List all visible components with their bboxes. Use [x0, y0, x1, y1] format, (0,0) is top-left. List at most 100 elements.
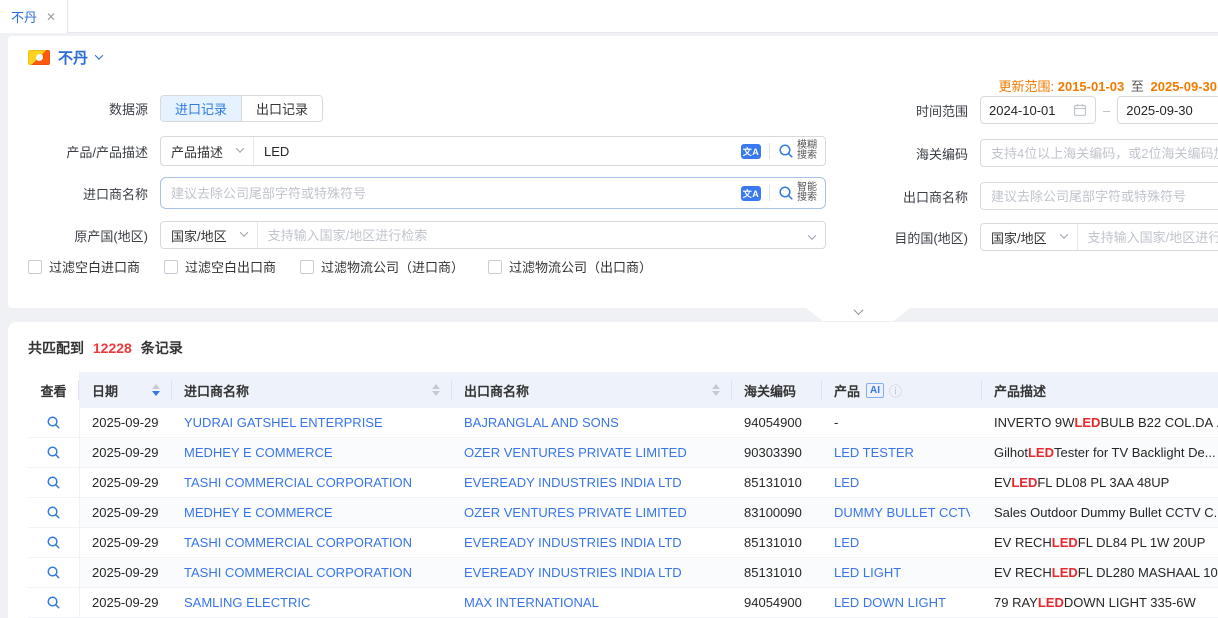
destination-country-input[interactable] [1078, 230, 1218, 245]
hs-code-input[interactable] [980, 139, 1218, 167]
product-link[interactable]: LED [834, 535, 859, 550]
chevron-down-icon [239, 228, 247, 236]
exporter-link[interactable]: EVEREADY INDUSTRIES INDIA LTD [464, 475, 682, 490]
checkbox[interactable] [28, 260, 42, 274]
smart-search-button[interactable]: 智能 搜索 [778, 183, 817, 203]
update-range-label: 更新范围: [998, 79, 1054, 94]
checkbox[interactable] [300, 260, 314, 274]
origin-country-select[interactable]: 国家/地区 [161, 222, 258, 248]
origin-country-caret[interactable] [799, 228, 825, 243]
fuzzy-search-button[interactable]: 模糊 搜索 [778, 141, 817, 161]
start-date-input[interactable] [989, 103, 1073, 118]
sort-asc-icon[interactable] [432, 384, 440, 389]
product-link[interactable]: DUMMY BULLET CCTV... [834, 505, 970, 520]
sort-control-date[interactable] [152, 384, 160, 396]
exporter-link[interactable]: MAX INTERNATIONAL [464, 595, 599, 610]
exporter-link[interactable]: OZER VENTURES PRIVATE LIMITED [464, 445, 687, 460]
importer-link[interactable]: TASHI COMMERCIAL CORPORATION [184, 535, 412, 550]
sort-desc-icon[interactable] [152, 391, 160, 396]
importer-link[interactable]: MEDHEY E COMMERCE [184, 445, 333, 460]
table-row: 2025-09-29MEDHEY E COMMERCEOZER VENTURES… [28, 438, 1218, 468]
exporter-link[interactable]: EVEREADY INDUSTRIES INDIA LTD [464, 535, 682, 550]
importer-link[interactable]: MEDHEY E COMMERCE [184, 505, 333, 520]
exporter-link[interactable]: OZER VENTURES PRIVATE LIMITED [464, 505, 687, 520]
importer-name-input[interactable] [161, 186, 733, 201]
product-link[interactable]: LED DOWN LIGHT [834, 595, 946, 610]
view-record-icon[interactable] [46, 565, 61, 580]
product-input-icons: 文A 模糊 搜索 [733, 141, 825, 161]
checkbox[interactable] [488, 260, 502, 274]
tab-export-records[interactable]: 出口记录 [241, 96, 322, 121]
description-text: FL DL280 MASHAAL 10... [1078, 565, 1218, 580]
product-link[interactable]: LED [834, 475, 859, 490]
start-date-picker[interactable] [980, 96, 1096, 124]
importer-link[interactable]: YUDRAI GATSHEL ENTERPRISE [184, 415, 383, 430]
product-cell: LED [822, 528, 982, 557]
view-record-icon[interactable] [46, 505, 61, 520]
column-header-date[interactable]: 日期 [80, 372, 172, 408]
info-icon[interactable]: ⓘ [889, 381, 902, 400]
tab-bhutan[interactable]: 不丹 ✕ [0, 0, 68, 33]
data-source-label: 数据源 [28, 99, 148, 118]
sort-desc-icon[interactable] [712, 391, 720, 396]
checkbox-filter-logistics-exporter[interactable]: 过滤物流公司（出口商） [488, 257, 652, 276]
end-date-picker[interactable] [1117, 96, 1218, 124]
end-date-input[interactable] [1126, 103, 1210, 118]
view-record-icon[interactable] [46, 415, 61, 430]
product-link[interactable]: LED TESTER [834, 445, 914, 460]
translate-icon[interactable]: 文A [741, 144, 761, 159]
sort-asc-icon[interactable] [152, 384, 160, 389]
tab-import-records[interactable]: 进口记录 [161, 96, 241, 121]
checkbox-filter-logistics-importer[interactable]: 过滤物流公司（进口商） [300, 257, 464, 276]
view-cell[interactable] [28, 588, 80, 617]
sort-control-exporter[interactable] [712, 384, 720, 396]
tab-close-icon[interactable]: ✕ [46, 10, 56, 24]
view-record-icon[interactable] [46, 595, 61, 610]
view-cell[interactable] [28, 468, 80, 497]
update-range: 更新范围: 2015-01-03 至 2025-09-30 [998, 76, 1217, 95]
product-cell: LED DOWN LIGHT [822, 588, 982, 617]
sort-asc-icon[interactable] [712, 384, 720, 389]
view-cell[interactable] [28, 528, 80, 557]
checkbox-filter-blank-importer[interactable]: 过滤空白进口商 [28, 257, 140, 276]
view-cell[interactable] [28, 498, 80, 527]
destination-country-select[interactable]: 国家/地区 [981, 224, 1078, 250]
exporter-name-input[interactable] [980, 182, 1218, 210]
description-highlight: LED [1028, 445, 1054, 460]
importer-link[interactable]: TASHI COMMERCIAL CORPORATION [184, 565, 412, 580]
product-search-input[interactable] [254, 144, 733, 159]
update-range-to: 至 [1131, 79, 1144, 94]
collapse-panel-button[interactable] [806, 308, 910, 321]
description-text: EV [994, 475, 1011, 490]
hs-code-cell: 83100090 [732, 498, 822, 527]
view-record-icon[interactable] [46, 535, 61, 550]
country-selector[interactable]: 不丹 [28, 47, 102, 68]
view-cell[interactable] [28, 408, 80, 437]
checkbox-filter-blank-exporter[interactable]: 过滤空白出口商 [164, 257, 276, 276]
importer-link[interactable]: SAMLING ELECTRIC [184, 595, 310, 610]
calendar-icon [1073, 103, 1087, 117]
sort-desc-icon[interactable] [432, 391, 440, 396]
date-cell: 2025-09-29 [80, 528, 172, 557]
column-header-hs-code: 海关编码 [732, 372, 822, 408]
view-cell[interactable] [28, 438, 80, 467]
column-header-importer[interactable]: 进口商名称 [172, 372, 452, 408]
view-cell[interactable] [28, 558, 80, 587]
exporter-cell: EVEREADY INDUSTRIES INDIA LTD [452, 528, 732, 557]
exporter-link[interactable]: BAJRANGLAL AND SONS [464, 415, 619, 430]
checkbox[interactable] [164, 260, 178, 274]
origin-country-input[interactable] [258, 228, 799, 243]
view-record-icon[interactable] [46, 475, 61, 490]
exporter-link[interactable]: EVEREADY INDUSTRIES INDIA LTD [464, 565, 682, 580]
country-name: 不丹 [58, 47, 88, 68]
table-body: 2025-09-29 YUDRAI GATSHEL ENTERPRISE BAJRA… [28, 408, 1218, 618]
view-record-icon[interactable] [46, 445, 61, 460]
translate-icon[interactable]: 文A [741, 186, 761, 201]
product-link[interactable]: LED LIGHT [834, 565, 901, 580]
sort-control-importer[interactable] [432, 384, 440, 396]
importer-link[interactable]: TASHI COMMERCIAL CORPORATION [184, 475, 412, 490]
date-range-dash: – [1103, 103, 1110, 118]
summary-prefix: 共匹配到 [28, 340, 84, 356]
product-type-select[interactable]: 产品描述 [161, 137, 254, 165]
column-header-exporter[interactable]: 出口商名称 [452, 372, 732, 408]
